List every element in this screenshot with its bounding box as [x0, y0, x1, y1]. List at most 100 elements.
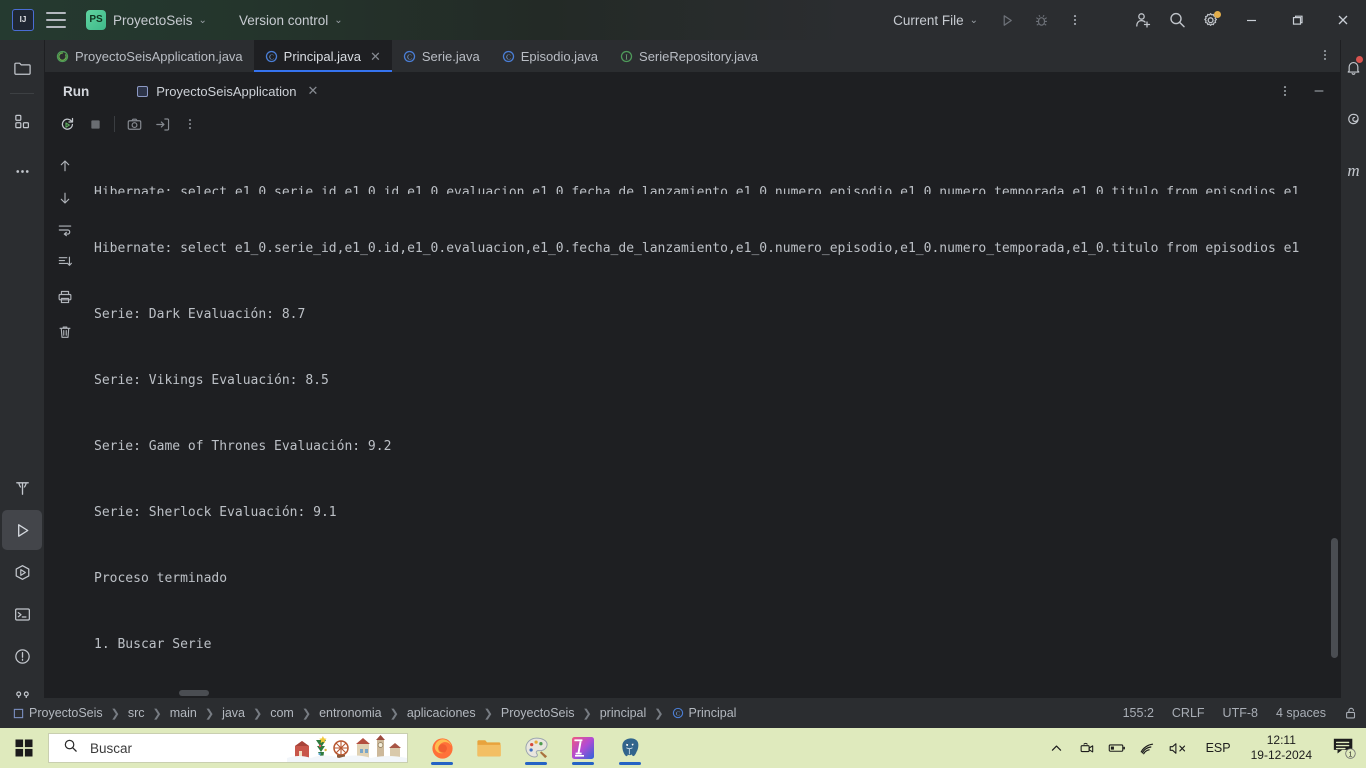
- intellij-idea-window: IJ PS ProyectoSeis ⌄ Version control ⌄ C…: [0, 0, 1366, 768]
- print-icon[interactable]: [50, 283, 80, 311]
- more-options-icon[interactable]: [1268, 76, 1302, 106]
- intellij-idea-icon[interactable]: [563, 729, 603, 767]
- project-widget[interactable]: PS ProyectoSeis ⌄: [80, 7, 213, 33]
- export-button[interactable]: [148, 112, 176, 136]
- breadcrumb-item[interactable]: java: [219, 704, 248, 722]
- tab-list-icon[interactable]: [1318, 48, 1332, 65]
- line-separator[interactable]: CRLF: [1172, 706, 1205, 720]
- scroll-to-end-icon[interactable]: [50, 248, 80, 276]
- scroll-up-icon[interactable]: [50, 152, 80, 180]
- editor-tab-principal[interactable]: C Principal.java ✕: [253, 40, 393, 72]
- breadcrumb-item[interactable]: com: [267, 704, 297, 722]
- windows-start-icon[interactable]: [0, 728, 48, 768]
- breadcrumb-item[interactable]: C Principal: [669, 704, 740, 722]
- settings-badge: [1214, 11, 1221, 18]
- breadcrumb-item[interactable]: aplicaciones: [404, 704, 479, 722]
- clock-time: 12:11: [1266, 733, 1296, 747]
- unlocked-icon[interactable]: [1344, 706, 1358, 720]
- indent-size[interactable]: 4 spaces: [1276, 706, 1326, 720]
- editor-tab-label: SerieRepository.java: [639, 48, 759, 64]
- svg-text:C: C: [269, 53, 274, 61]
- file-encoding[interactable]: UTF-8: [1223, 706, 1258, 720]
- notifications-icon[interactable]: 1: [1322, 728, 1366, 768]
- clock[interactable]: 12:11 19-12-2024: [1241, 733, 1322, 763]
- volume-muted-icon[interactable]: [1162, 728, 1196, 768]
- console-horizontal-scrollbar[interactable]: [179, 690, 209, 696]
- file-explorer-icon[interactable]: [469, 729, 509, 767]
- camera-icon[interactable]: [1072, 728, 1102, 768]
- breadcrumb-label: ProyectoSeis: [29, 706, 103, 720]
- wifi-icon[interactable]: [1132, 728, 1162, 768]
- run-icon[interactable]: [2, 510, 42, 550]
- intellij-idea-icon[interactable]: IJ: [12, 9, 34, 31]
- title-bar-right: Current File ⌄: [887, 0, 1366, 40]
- chevron-down-icon: ⌄: [969, 14, 978, 26]
- console-line: Proceso terminado: [94, 571, 228, 586]
- running-indicator: [572, 762, 594, 765]
- terminal-icon[interactable]: [2, 594, 42, 634]
- editor-tab-serierepository[interactable]: I SerieRepository.java: [609, 40, 769, 72]
- build-icon[interactable]: [2, 468, 42, 508]
- paint-icon[interactable]: [516, 729, 556, 767]
- hide-window-icon[interactable]: [1302, 76, 1336, 106]
- breadcrumb-item[interactable]: ProyectoSeis: [10, 704, 106, 722]
- close-icon[interactable]: ✕: [370, 50, 381, 63]
- search-icon[interactable]: [1160, 5, 1194, 35]
- version-control-widget[interactable]: Version control ⌄: [233, 10, 349, 31]
- breadcrumb-item[interactable]: src: [125, 704, 148, 722]
- screenshot-button[interactable]: [120, 112, 148, 136]
- run-header-actions: [1268, 76, 1336, 106]
- clear-all-icon[interactable]: [50, 318, 80, 346]
- add-account-icon[interactable]: [1126, 5, 1160, 35]
- status-bar: ProyectoSeis ❯ src ❯ main ❯ java ❯ com ❯…: [0, 698, 1366, 728]
- search-decoration-illustration: [287, 734, 407, 762]
- maven-icon[interactable]: m: [1341, 152, 1366, 190]
- more-tool-windows-icon[interactable]: [2, 151, 42, 191]
- editor-tab-episodio[interactable]: C Episodio.java: [491, 40, 609, 72]
- close-icon[interactable]: ✕: [307, 83, 318, 99]
- breadcrumb-item[interactable]: entronomia: [316, 704, 385, 722]
- chevron-down-icon: ⌄: [334, 14, 343, 26]
- more-options-button[interactable]: [176, 112, 204, 136]
- ai-assistant-icon[interactable]: [1341, 100, 1366, 138]
- editor-tab-label: ProyectoSeisApplication.java: [75, 48, 243, 64]
- close-icon[interactable]: [1320, 0, 1366, 40]
- breadcrumb-item[interactable]: main: [167, 704, 200, 722]
- structure-icon[interactable]: [2, 101, 42, 141]
- stop-button[interactable]: [81, 112, 109, 136]
- taskbar-apps: [422, 729, 650, 767]
- notifications-icon[interactable]: [1341, 48, 1366, 86]
- editor-tab-proyectoseisapplication[interactable]: ProyectoSeisApplication.java: [45, 40, 254, 72]
- console-output[interactable]: Hibernate: select e1_0.serie_id,e1_0.id,…: [85, 138, 1340, 698]
- services-icon[interactable]: [2, 552, 42, 592]
- scroll-down-icon[interactable]: [50, 184, 80, 212]
- problems-icon[interactable]: [2, 636, 42, 676]
- soft-wrap-icon[interactable]: [50, 216, 80, 244]
- firefox-icon[interactable]: [422, 729, 462, 767]
- breadcrumb-item[interactable]: ProyectoSeis: [498, 704, 578, 722]
- postgresql-icon[interactable]: [610, 729, 650, 767]
- gear-icon[interactable]: [1194, 5, 1228, 35]
- maximize-icon[interactable]: [1274, 0, 1320, 40]
- console-vertical-scrollbar[interactable]: [1331, 538, 1338, 658]
- run-tool-window-title: Run: [63, 83, 90, 99]
- caret-position[interactable]: 155:2: [1123, 706, 1154, 720]
- console-line: Serie: Vikings Evaluación: 8.5: [94, 373, 329, 388]
- language-indicator[interactable]: ESP: [1196, 741, 1241, 755]
- breadcrumb-item[interactable]: principal: [597, 704, 650, 722]
- project-icon[interactable]: [2, 48, 42, 88]
- editor-tab-serie[interactable]: C Serie.java: [392, 40, 491, 72]
- show-hidden-icons-icon[interactable]: [1042, 728, 1072, 768]
- more-options-icon[interactable]: [1058, 5, 1092, 35]
- run-configuration-selector[interactable]: Current File ⌄: [887, 10, 984, 31]
- battery-icon[interactable]: [1102, 728, 1132, 768]
- search-input[interactable]: Buscar: [48, 733, 408, 763]
- run-icon[interactable]: [990, 5, 1024, 35]
- run-tab-proyectoseisapplication[interactable]: ProyectoSeisApplication ✕: [129, 77, 326, 105]
- debug-icon[interactable]: [1024, 5, 1058, 35]
- svg-text:C: C: [675, 710, 679, 717]
- minimize-icon[interactable]: [1228, 0, 1274, 40]
- hamburger-menu-icon[interactable]: [46, 12, 66, 28]
- editor-tabs: ProyectoSeisApplication.java C Principal…: [45, 40, 1340, 72]
- rerun-button[interactable]: [53, 112, 81, 136]
